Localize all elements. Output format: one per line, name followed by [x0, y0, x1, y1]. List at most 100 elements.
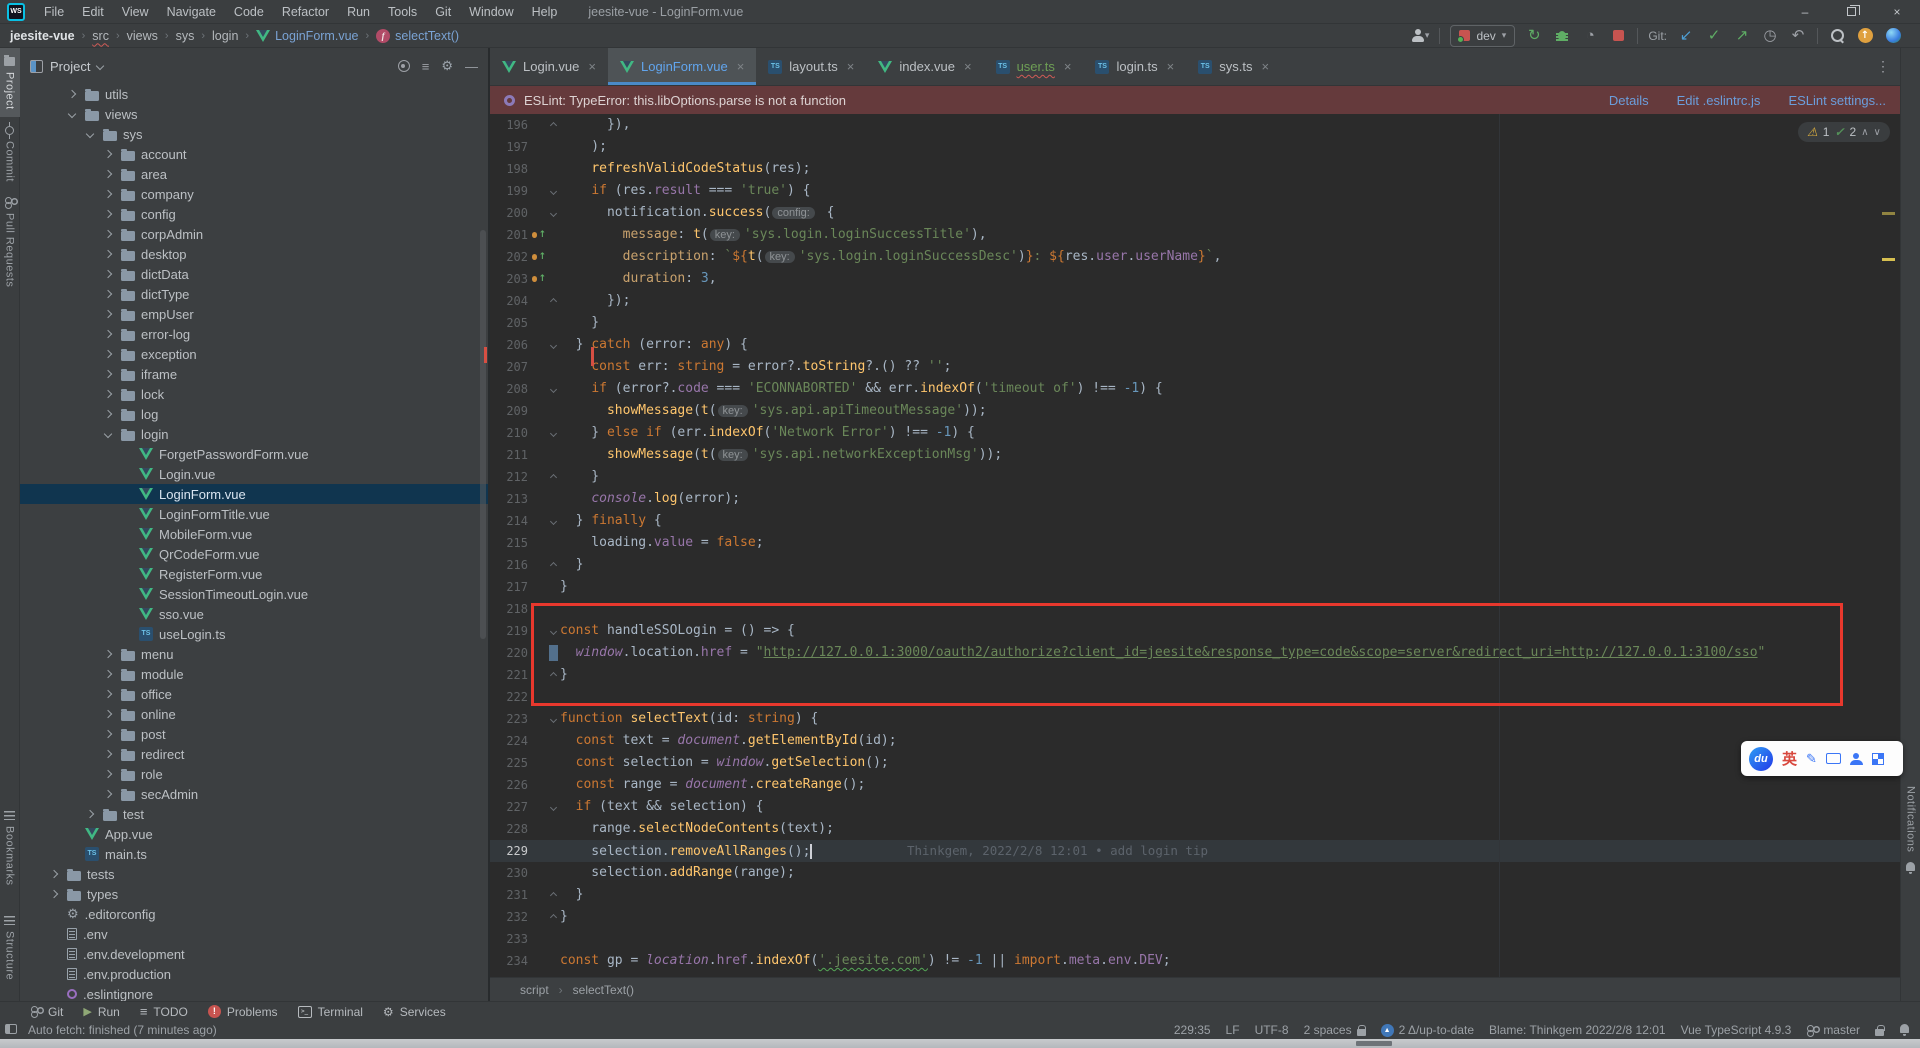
tree-item-role[interactable]: role: [20, 764, 488, 784]
fold-open-icon[interactable]: [549, 803, 556, 810]
chevron-right-icon[interactable]: [104, 710, 112, 718]
chevron-right-icon[interactable]: [104, 290, 112, 298]
status-line-separator[interactable]: LF: [1226, 1023, 1240, 1037]
tool-window-button-problems[interactable]: Problems: [208, 1005, 278, 1019]
ime-pen-icon[interactable]: ✎: [1806, 751, 1817, 767]
tree-item-account[interactable]: account: [20, 144, 488, 164]
status-typescript-version[interactable]: Vue TypeScript 4.9.3: [1681, 1023, 1792, 1037]
fold-open-icon[interactable]: [549, 187, 556, 194]
tree-item-test[interactable]: test: [20, 804, 488, 824]
tree-item-corpadmin[interactable]: corpAdmin: [20, 224, 488, 244]
code-line-227[interactable]: 227 if (text && selection) {: [490, 796, 1900, 818]
sidebar-item-pull-requests[interactable]: Pull Requests: [0, 189, 20, 294]
code-line-200[interactable]: 200 notification.success(config: {: [490, 202, 1900, 224]
close-icon[interactable]: ×: [588, 59, 596, 74]
hide-panel-icon[interactable]: —: [465, 59, 478, 74]
code-line-202[interactable]: 202↑ description: `${t(key:'sys.login.lo…: [490, 246, 1900, 268]
status-indent-style[interactable]: 2 spaces: [1304, 1023, 1366, 1037]
menu-run[interactable]: Run: [338, 0, 379, 24]
fold-close-icon[interactable]: [549, 121, 556, 128]
code-line-216[interactable]: 216 }: [490, 554, 1900, 576]
panel-options-icon[interactable]: [441, 58, 453, 74]
chevron-right-icon[interactable]: [86, 810, 94, 818]
fold-marker[interactable]: [546, 189, 560, 194]
tree-item-env-production[interactable]: .env.production: [20, 964, 488, 984]
banner-action-details[interactable]: Details: [1609, 93, 1649, 108]
code-line-210[interactable]: 210 } else if (err.indexOf('Network Erro…: [490, 422, 1900, 444]
fold-open-icon[interactable]: [549, 429, 556, 436]
tree-item-sys[interactable]: sys: [20, 124, 488, 144]
tree-item-login[interactable]: login: [20, 424, 488, 444]
breadcrumb-loginform-vue[interactable]: LoginForm.vue: [256, 29, 358, 43]
tree-item-utils[interactable]: utils: [20, 84, 488, 104]
code-line-230[interactable]: 230 selection.addRange(range);: [490, 862, 1900, 884]
fold-open-icon[interactable]: [549, 715, 556, 722]
tree-item-sso-vue[interactable]: sso.vue: [20, 604, 488, 624]
git-push-button[interactable]: ↗: [1733, 27, 1751, 45]
chevron-down-icon[interactable]: [104, 430, 112, 438]
tool-window-button-services[interactable]: Services: [383, 1005, 446, 1019]
tree-item-dictdata[interactable]: dictData: [20, 264, 488, 284]
tree-item-post[interactable]: post: [20, 724, 488, 744]
tree-item-desktop[interactable]: desktop: [20, 244, 488, 264]
tree-item-loginform-vue[interactable]: LoginForm.vue: [20, 484, 488, 504]
fold-marker[interactable]: [546, 563, 560, 568]
code-line-224[interactable]: 224 const text = document.getElementById…: [490, 730, 1900, 752]
tree-item-secadmin[interactable]: secAdmin: [20, 784, 488, 804]
chevron-right-icon[interactable]: [104, 390, 112, 398]
tree-item-registerform-vue[interactable]: RegisterForm.vue: [20, 564, 488, 584]
chevron-down-icon[interactable]: [96, 62, 104, 70]
chevron-right-icon[interactable]: [104, 250, 112, 258]
code-line-228[interactable]: 228 range.selectNodeContents(text);: [490, 818, 1900, 840]
chevron-right-icon[interactable]: [104, 190, 112, 198]
fold-marker[interactable]: [546, 123, 560, 128]
tree-item-empuser[interactable]: empUser: [20, 304, 488, 324]
tree-item-editorconfig[interactable]: .editorconfig: [20, 904, 488, 924]
ide-update-icon[interactable]: ↑: [1856, 27, 1874, 45]
chevron-down-icon[interactable]: [86, 130, 94, 138]
tab-layout-ts[interactable]: layout.ts×: [756, 48, 866, 85]
tree-item-iframe[interactable]: iframe: [20, 364, 488, 384]
fold-marker[interactable]: [546, 343, 560, 348]
tree-item-app-vue[interactable]: App.vue: [20, 824, 488, 844]
tree-item-lock[interactable]: lock: [20, 384, 488, 404]
chevron-right-icon[interactable]: [104, 210, 112, 218]
fold-marker[interactable]: [546, 805, 560, 810]
tree-item-views[interactable]: views: [20, 104, 488, 124]
search-everywhere-button[interactable]: [1828, 27, 1846, 45]
fold-marker[interactable]: [546, 717, 560, 722]
inspection-widget[interactable]: 1 2 ∧ ∨: [1798, 122, 1890, 142]
ime-account-icon[interactable]: [1850, 753, 1863, 765]
tree-item-online[interactable]: online: [20, 704, 488, 724]
code-editor[interactable]: 196 }),197 );198 refreshValidCodeStatus(…: [490, 114, 1900, 977]
fold-marker[interactable]: [546, 387, 560, 392]
tool-window-button-git[interactable]: Git: [30, 1005, 63, 1019]
fold-marker[interactable]: [546, 211, 560, 216]
chevron-right-icon[interactable]: [104, 410, 112, 418]
menu-navigate[interactable]: Navigate: [158, 0, 225, 24]
menu-window[interactable]: Window: [460, 0, 522, 24]
project-scrollbar[interactable]: [480, 230, 486, 639]
chevron-right-icon[interactable]: [50, 890, 58, 898]
tab-login-vue[interactable]: Login.vue×: [490, 48, 608, 85]
tree-item-area[interactable]: area: [20, 164, 488, 184]
status-readonly-lock[interactable]: [1875, 1024, 1884, 1036]
menu-git[interactable]: Git: [426, 0, 460, 24]
tree-item-company[interactable]: company: [20, 184, 488, 204]
tree-item-config[interactable]: config: [20, 204, 488, 224]
menu-tools[interactable]: Tools: [379, 0, 426, 24]
code-line-234[interactable]: 234const gp = location.href.indexOf('.je…: [490, 950, 1900, 972]
close-icon[interactable]: ×: [847, 59, 855, 74]
tree-item-menu[interactable]: menu: [20, 644, 488, 664]
webstorm-logo-icon[interactable]: WS: [7, 3, 25, 21]
menu-code[interactable]: Code: [225, 0, 273, 24]
code-line-231[interactable]: 231 }: [490, 884, 1900, 906]
tree-item-forgetpasswordform-vue[interactable]: ForgetPasswordForm.vue: [20, 444, 488, 464]
chevron-right-icon[interactable]: [104, 790, 112, 798]
chevron-right-icon[interactable]: [104, 750, 112, 758]
fold-marker[interactable]: [546, 475, 560, 480]
tree-item-main-ts[interactable]: main.ts: [20, 844, 488, 864]
sidebar-item-project[interactable]: Project: [0, 48, 20, 117]
fold-close-icon[interactable]: [549, 561, 556, 568]
status-notifications[interactable]: [1899, 1024, 1910, 1036]
